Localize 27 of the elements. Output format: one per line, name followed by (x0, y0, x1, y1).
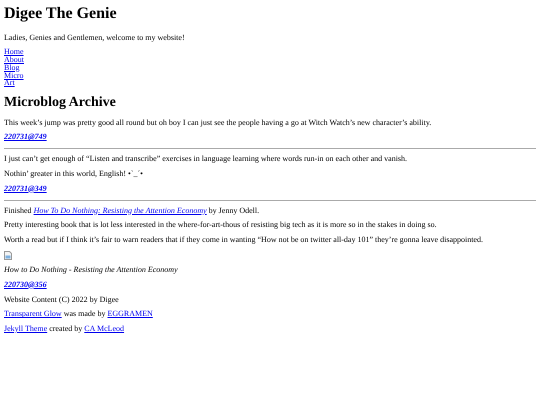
nav-link[interactable]: About (4, 56, 24, 64)
permalink[interactable]: 220730@356 (4, 280, 47, 290)
permalink[interactable]: 220731@349 (4, 184, 47, 194)
post-text: I just can’t get enough of “Listen and transcribe” exercises in language learning where words run-in on each other and vanish. (4, 155, 408, 164)
footer-text: Website Content (C) 2022 by Digee (4, 296, 120, 304)
post-text: Worth a read but if I think it’s fair to warn readers that if they come in wanting “How not be on twitter all-day 101” they’re gonna leave disappointed. (4, 236, 484, 245)
tagline: Ladies, Genies and Gentlemen, welcome to my website! (4, 34, 186, 42)
nav-link[interactable]: Micro (4, 72, 24, 80)
image-caption: How to Do Nothing - Resisting the Attention Economy (4, 266, 179, 275)
link[interactable]: Jekyll Theme (4, 324, 48, 334)
nav-link[interactable]: Art (4, 79, 15, 88)
post-text: This week’s jump was pretty good all round but oh boy I can just see the people having a go at Witch Watch’s new character’s ability. (4, 118, 432, 128)
link[interactable]: EGGRAMEN (107, 309, 153, 318)
post-text: Pretty interesting book that is lot less interested in the where-for-art-thous of resisting big tech as it is more so in the stakes in doing so. (4, 221, 438, 230)
permalink[interactable]: 220731@749 (4, 133, 47, 142)
nav-link[interactable]: Blog (4, 64, 20, 72)
link[interactable]: CA McLeod (84, 324, 124, 334)
page-heading: Microblog Archive (4, 95, 117, 111)
broken-image-icon (4, 250, 12, 260)
footer-text: Transparent Glow was made by EGGRAMEN (4, 310, 154, 320)
book-link[interactable]: How To Do Nothing: Resisting the Attention Economy (34, 206, 207, 215)
footer-text: Jekyll Theme created by CA McLeod (4, 325, 126, 334)
site-title: Digee The Genie (4, 5, 118, 23)
link[interactable]: Transparent Glow (4, 309, 62, 318)
post-text: Finished How To Do Nothing: Resisting the Attention Economy by Jenny Odell. (4, 206, 260, 216)
nav-link[interactable]: Home (4, 48, 24, 56)
post-text: Nothin’ greater in this world, English! •`_´• (4, 170, 144, 179)
